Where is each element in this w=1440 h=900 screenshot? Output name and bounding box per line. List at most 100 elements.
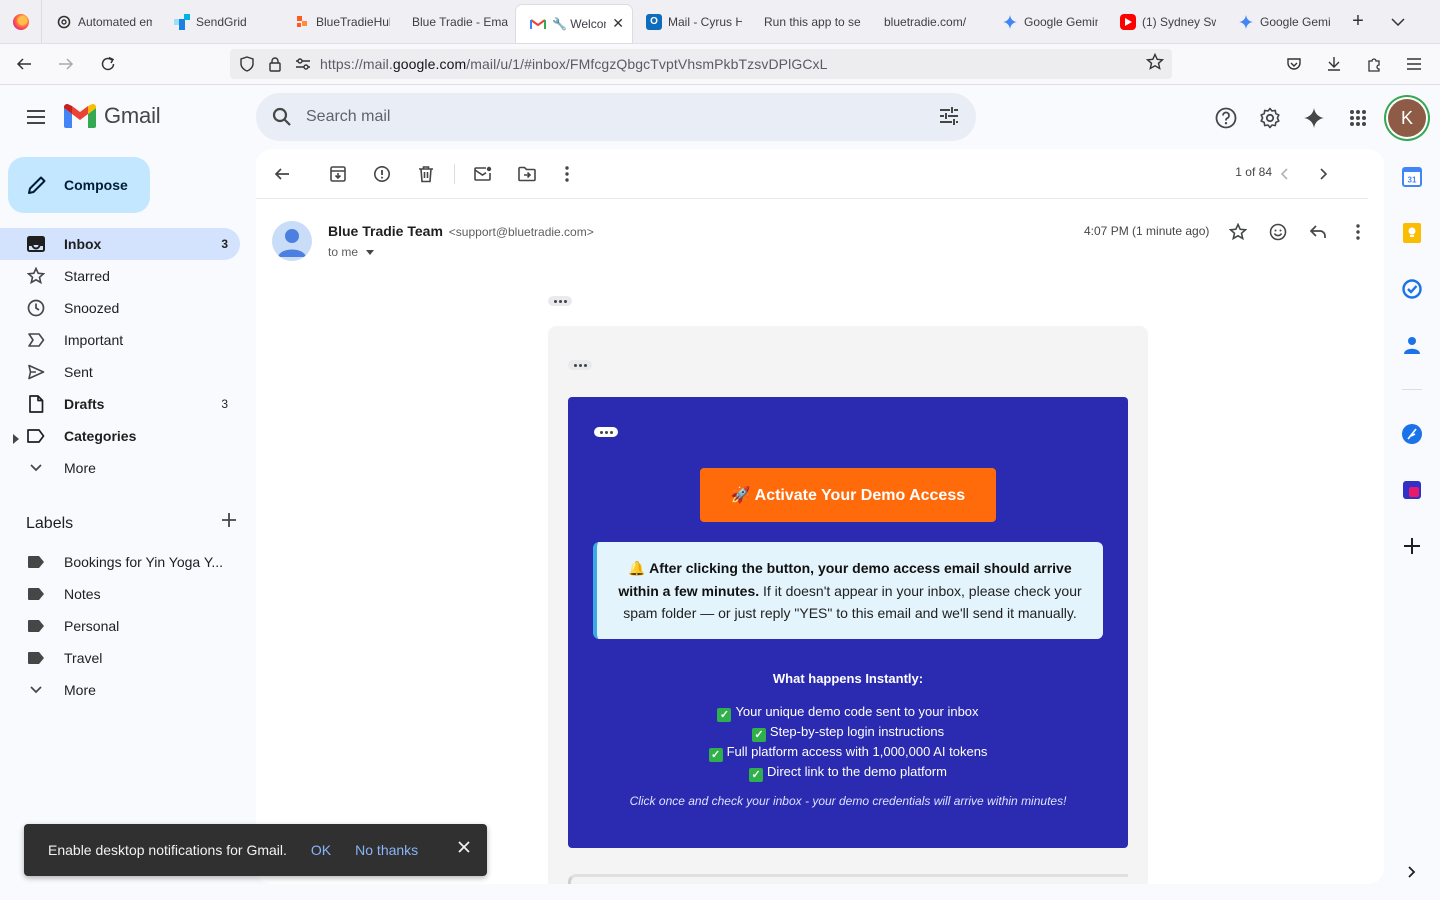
- browser-tab[interactable]: BlueTradieHub: [280, 0, 398, 44]
- browser-tab[interactable]: Run this app to se: [750, 0, 870, 44]
- tasks-app-button[interactable]: [1398, 275, 1426, 303]
- sidebar-item-important[interactable]: Important: [0, 324, 240, 356]
- browser-tab[interactable]: SendGrid: [160, 0, 280, 44]
- contacts-app-button[interactable]: [1398, 331, 1426, 359]
- extensions-button[interactable]: [1356, 48, 1392, 80]
- list-item: ✓ Your unique demo code sent to your inbo…: [568, 702, 1128, 722]
- activate-demo-button[interactable]: 🚀 Activate Your Demo Access: [700, 468, 996, 522]
- settings-button[interactable]: [1248, 96, 1292, 140]
- list-item-text: Your unique demo code sent to your inbox: [735, 704, 979, 719]
- move-to-button[interactable]: [509, 156, 545, 192]
- search-input[interactable]: [306, 108, 866, 126]
- browser-tab[interactable]: Google Gemini: [988, 0, 1106, 44]
- keep-app-button[interactable]: [1398, 219, 1426, 247]
- add-label-icon[interactable]: [222, 513, 236, 532]
- browser-tab[interactable]: Google Gemini: [1224, 0, 1338, 44]
- sender-avatar[interactable]: [272, 221, 312, 261]
- sidebar-label-item[interactable]: Notes: [0, 578, 240, 610]
- message-toolbar: 1 of 84: [256, 149, 1368, 199]
- more-vert-icon: [1356, 224, 1360, 240]
- main-menu-button[interactable]: [20, 103, 52, 131]
- calendar-app-button[interactable]: 31: [1398, 163, 1426, 191]
- app-menu-button[interactable]: [1396, 48, 1432, 80]
- pocket-button[interactable]: [1276, 48, 1312, 80]
- message-panel: 1 of 84 Blue Tradie Team <support@bluetr…: [256, 149, 1384, 884]
- more-actions-button[interactable]: [549, 156, 585, 192]
- sidebar-label-item[interactable]: Bookings for Yin Yoga Y...: [0, 546, 240, 578]
- show-trimmed-content-button[interactable]: [568, 360, 592, 370]
- sidebar-item-drafts[interactable]: Drafts 3: [0, 388, 240, 420]
- keep-icon: [1403, 223, 1421, 243]
- sidebar-item-sent[interactable]: Sent: [0, 356, 240, 388]
- expand-arrow-icon[interactable]: [13, 431, 19, 447]
- browser-tab[interactable]: bluetradie.com/: [870, 0, 988, 44]
- delete-button[interactable]: [408, 156, 444, 192]
- important-icon: [26, 330, 46, 350]
- back-to-inbox-button[interactable]: [264, 156, 300, 192]
- forward-button[interactable]: [48, 48, 84, 80]
- show-side-panel-button[interactable]: [1398, 858, 1426, 886]
- sender-name[interactable]: Blue Tradie Team: [328, 223, 443, 239]
- search-icon[interactable]: [258, 93, 306, 141]
- apps-button[interactable]: [1336, 96, 1380, 140]
- caret-down-icon: [366, 249, 375, 255]
- tab-label: SendGrid: [196, 14, 247, 29]
- sidebar-item-starred[interactable]: Starred: [0, 260, 240, 292]
- labels-more[interactable]: More: [0, 674, 240, 706]
- add-reaction-button[interactable]: [1258, 212, 1298, 252]
- get-addons-button[interactable]: [1398, 532, 1426, 560]
- gemini-button[interactable]: [1292, 96, 1336, 140]
- newer-button[interactable]: [1266, 156, 1302, 192]
- hamburger-icon: [1407, 58, 1421, 70]
- back-button[interactable]: [6, 48, 42, 80]
- addon-button[interactable]: [1398, 476, 1426, 504]
- star-button[interactable]: [1218, 212, 1258, 252]
- sparkle-icon: [1304, 108, 1324, 128]
- browser-tab[interactable]: (1) Sydney Sw: [1106, 0, 1224, 44]
- sidebar-item-inbox[interactable]: Inbox 3: [0, 228, 240, 260]
- close-tab-icon[interactable]: ✕: [612, 15, 624, 32]
- new-tab-button[interactable]: +: [1338, 0, 1378, 44]
- list-tabs-button[interactable]: [1378, 0, 1418, 44]
- search-options-icon[interactable]: [938, 105, 960, 132]
- permissions-icon[interactable]: [292, 53, 314, 75]
- lock-icon[interactable]: [264, 53, 286, 75]
- recipient-line[interactable]: to me: [328, 245, 375, 259]
- firefox-menu[interactable]: [0, 0, 42, 44]
- snackbar-ok-button[interactable]: OK: [311, 842, 331, 858]
- show-trimmed-content-button[interactable]: [594, 427, 618, 437]
- help-button[interactable]: [1204, 96, 1248, 140]
- browser-tab[interactable]: Blue Tradie - Emai: [398, 0, 516, 44]
- downloads-button[interactable]: [1316, 48, 1352, 80]
- compose-button[interactable]: Compose: [8, 157, 150, 213]
- sidebar-item-more[interactable]: More: [0, 452, 240, 484]
- addon-button[interactable]: [1398, 420, 1426, 448]
- star-icon: [1229, 223, 1247, 241]
- search-bar: [256, 93, 976, 141]
- gmail-logo[interactable]: Gmail: [64, 103, 161, 129]
- archive-button[interactable]: [320, 156, 356, 192]
- sidebar-item-snoozed[interactable]: Snoozed: [0, 292, 240, 324]
- address-bar[interactable]: https://mail.google.com/mail/u/1/#inbox/…: [230, 49, 1172, 79]
- reload-button[interactable]: [90, 48, 126, 80]
- close-icon[interactable]: [457, 840, 471, 859]
- bookmark-star-icon[interactable]: [1145, 52, 1165, 76]
- calendar-icon: 31: [1402, 167, 1422, 187]
- snackbar-no-thanks-button[interactable]: No thanks: [355, 842, 418, 858]
- browser-tab[interactable]: O Mail - Cyrus H: [632, 0, 750, 44]
- sidebar-item-categories[interactable]: Categories: [0, 420, 240, 452]
- avatar[interactable]: K: [1388, 99, 1426, 137]
- browser-tab[interactable]: Automated em: [42, 0, 160, 44]
- browser-tab-active[interactable]: 🔧 Welcom ✕: [516, 4, 632, 43]
- draft-icon: [26, 394, 46, 414]
- sidebar-label-item[interactable]: Travel: [0, 642, 240, 674]
- shield-icon[interactable]: [236, 53, 258, 75]
- show-trimmed-content-button[interactable]: [548, 296, 572, 306]
- pocket-icon: [1287, 58, 1301, 70]
- reply-button[interactable]: [1298, 212, 1338, 252]
- report-spam-button[interactable]: [364, 156, 400, 192]
- message-more-button[interactable]: [1338, 212, 1378, 252]
- mark-unread-button[interactable]: [465, 156, 501, 192]
- older-button[interactable]: [1306, 156, 1342, 192]
- sidebar-label-item[interactable]: Personal: [0, 610, 240, 642]
